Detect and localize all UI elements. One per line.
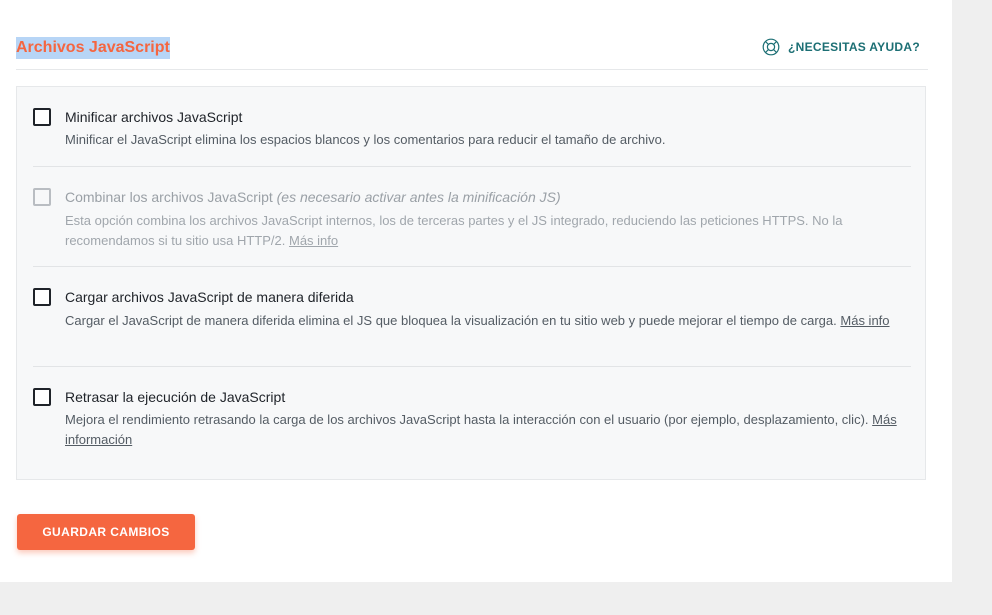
minify-js-checkbox[interactable] <box>33 108 51 126</box>
help-label: ¿NECESITAS AYUDA? <box>787 40 920 54</box>
settings-panel: Archivos JavaScript ¿NECESITAS AYUDA? Mi… <box>0 0 952 582</box>
option-minify-js: Minificar archivos JavaScript Minificar … <box>33 105 911 167</box>
more-info-link[interactable]: Más info <box>289 233 338 248</box>
option-delay-js: Retrasar la ejecución de JavaScript Mejo… <box>33 366 911 467</box>
option-description: Esta opción combina los archivos JavaScr… <box>65 213 843 248</box>
section-title: Archivos JavaScript <box>16 37 170 59</box>
option-description: Cargar el JavaScript de manera diferida … <box>65 313 890 328</box>
right-gutter <box>952 0 992 615</box>
option-title: Retrasar la ejecución de JavaScript <box>65 389 286 405</box>
lifebuoy-icon <box>762 38 780 56</box>
option-combine-js: Combinar los archivos JavaScript (es nec… <box>33 166 911 267</box>
more-info-link[interactable]: Más info <box>840 313 889 328</box>
save-changes-button[interactable]: GUARDAR CAMBIOS <box>17 514 195 550</box>
option-title-note: (es necesario activar antes la minificac… <box>276 189 561 205</box>
defer-js-checkbox[interactable] <box>33 288 51 306</box>
option-title: Combinar los archivos JavaScript (es nec… <box>65 189 561 205</box>
combine-js-checkbox[interactable] <box>33 188 51 206</box>
delay-js-checkbox[interactable] <box>33 388 51 406</box>
option-title: Minificar archivos JavaScript <box>65 109 243 125</box>
option-title: Cargar archivos JavaScript de manera dif… <box>65 289 354 305</box>
section-header: Archivos JavaScript ¿NECESITAS AYUDA? <box>16 34 928 70</box>
options-list: Minificar archivos JavaScript Minificar … <box>16 86 926 480</box>
option-defer-js: Cargar archivos JavaScript de manera dif… <box>33 266 911 367</box>
option-description: Mejora el rendimiento retrasando la carg… <box>65 412 897 447</box>
help-link[interactable]: ¿NECESITAS AYUDA? <box>762 38 920 56</box>
option-description: Minificar el JavaScript elimina los espa… <box>65 132 666 147</box>
